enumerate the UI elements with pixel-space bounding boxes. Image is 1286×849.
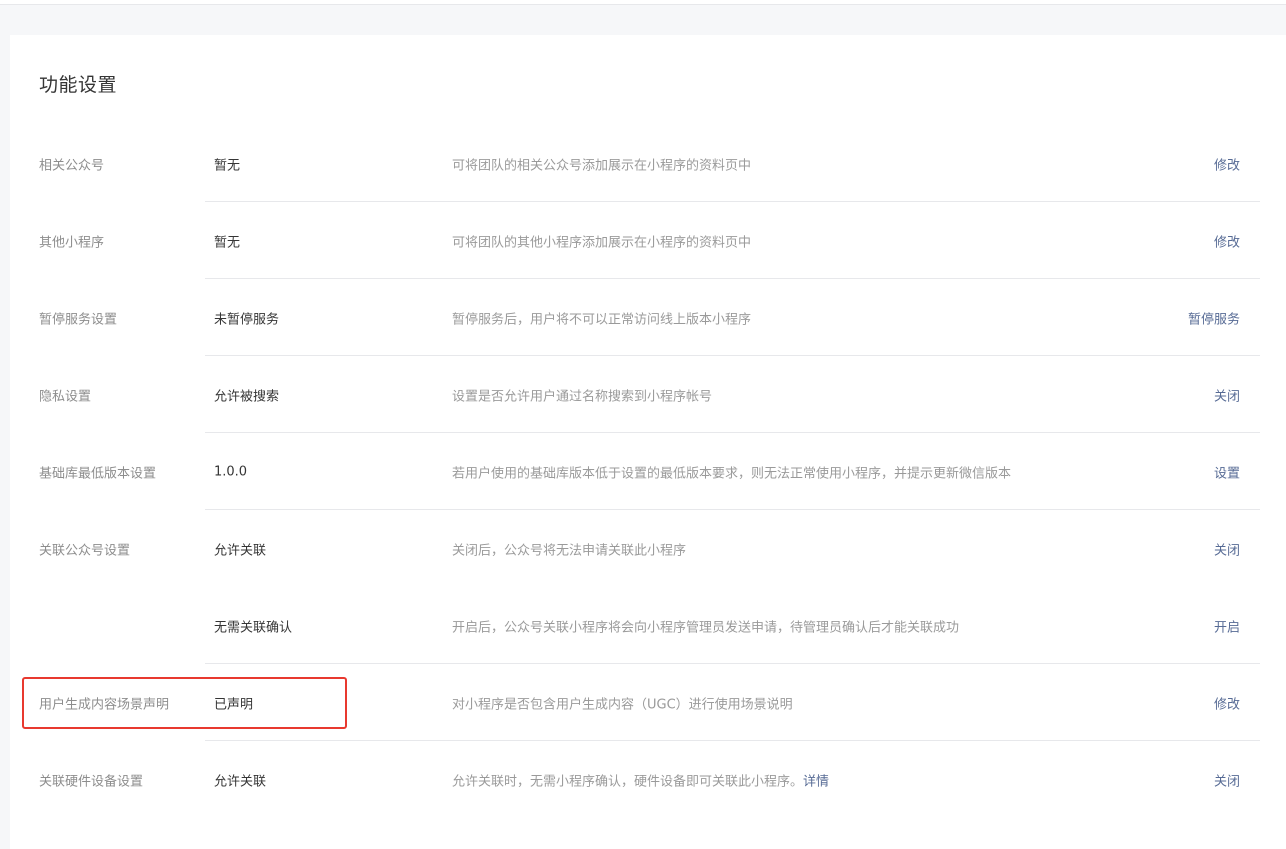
suspend-service-link[interactable]: 暂停服务 xyxy=(1188,308,1240,327)
row-value: 未暂停服务 xyxy=(214,312,280,327)
row-description-text: 若用户使用的基础库版本低于设置的最低版本要求，则无法正常使用小程序，并提示更新微… xyxy=(452,466,1012,481)
row-label: 暂停服务设置 xyxy=(39,312,118,327)
row-value: 允许关联 xyxy=(214,543,267,558)
row-value: 暂无 xyxy=(214,235,241,250)
top-card-edge xyxy=(0,0,1286,5)
enable-link-confirmation-link[interactable]: 开启 xyxy=(1214,616,1240,635)
row-label: 相关公众号 xyxy=(39,158,105,173)
row-privacy-settings: 隐私设置 允许被搜索 设置是否允许用户通过名称搜索到小程序帐号 关闭 xyxy=(10,356,1286,433)
row-base-library-version: 基础库最低版本设置 1.0.0 若用户使用的基础库版本低于设置的最低版本要求，则… xyxy=(10,433,1286,510)
row-value: 允许关联 xyxy=(214,774,267,789)
row-description: 开启后，公众号关联小程序将会向小程序管理员发送申请，待管理员确认后才能关联成功 xyxy=(452,616,959,635)
row-value: 允许被搜索 xyxy=(214,389,280,404)
row-label: 隐私设置 xyxy=(39,389,92,404)
row-description-text: 对小程序是否包含用户生成内容（UGC）进行使用场景说明 xyxy=(452,697,793,712)
row-label: 基础库最低版本设置 xyxy=(39,466,157,481)
row-description-text: 关闭后，公众号将无法申请关联此小程序 xyxy=(452,543,687,558)
row-link-official-account: 关联公众号设置 允许关联 关闭后，公众号将无法申请关联此小程序 关闭 xyxy=(10,510,1286,587)
row-description: 可将团队的相关公众号添加展示在小程序的资料页中 xyxy=(452,154,751,173)
row-label: 关联硬件设备设置 xyxy=(39,774,144,789)
row-description-text: 可将团队的其他小程序添加展示在小程序的资料页中 xyxy=(452,235,752,250)
modify-related-account-link[interactable]: 修改 xyxy=(1214,154,1240,173)
close-link-permission-link[interactable]: 关闭 xyxy=(1214,539,1240,558)
row-other-mini-programs: 其他小程序 暂无 可将团队的其他小程序添加展示在小程序的资料页中 修改 xyxy=(10,202,1286,279)
row-description: 暂停服务后，用户将不可以正常访问线上版本小程序 xyxy=(452,308,751,327)
toggle-search-visibility-link[interactable]: 关闭 xyxy=(1214,385,1240,404)
row-description: 关闭后，公众号将无法申请关联此小程序 xyxy=(452,539,686,558)
row-link-hardware: 关联硬件设备设置 允许关联 允许关联时，无需小程序确认，硬件设备即可关联此小程序… xyxy=(10,741,1286,818)
row-related-official-account: 相关公众号 暂无 可将团队的相关公众号添加展示在小程序的资料页中 修改 xyxy=(10,125,1286,202)
row-value: 1.0.0 xyxy=(214,464,248,479)
row-description-text: 可将团队的相关公众号添加展示在小程序的资料页中 xyxy=(452,158,752,173)
section-title: 功能设置 xyxy=(39,74,118,96)
row-description: 允许关联时，无需小程序确认，硬件设备即可关联此小程序。详情 xyxy=(452,770,829,789)
row-description-text: 设置是否允许用户通过名称搜索到小程序帐号 xyxy=(452,389,713,404)
row-description-text: 允许关联时，无需小程序确认，硬件设备即可关联此小程序。 xyxy=(452,774,804,789)
row-suspend-service: 暂停服务设置 未暂停服务 暂停服务后，用户将不可以正常访问线上版本小程序 暂停服… xyxy=(10,279,1286,356)
highlight-annotation-box xyxy=(22,677,347,729)
row-description-text: 暂停服务后，用户将不可以正常访问线上版本小程序 xyxy=(452,312,752,327)
details-link[interactable]: 详情 xyxy=(803,774,829,789)
modify-other-mini-programs-link[interactable]: 修改 xyxy=(1214,231,1240,250)
row-description: 若用户使用的基础库版本低于设置的最低版本要求，则无法正常使用小程序，并提示更新微… xyxy=(452,462,1011,481)
row-value: 暂无 xyxy=(214,158,241,173)
set-min-version-link[interactable]: 设置 xyxy=(1214,462,1240,481)
row-value: 无需关联确认 xyxy=(214,620,293,635)
row-label: 关联公众号设置 xyxy=(39,543,131,558)
row-description: 设置是否允许用户通过名称搜索到小程序帐号 xyxy=(452,385,712,404)
modify-ugc-declaration-link[interactable]: 修改 xyxy=(1214,693,1240,712)
row-label: 其他小程序 xyxy=(39,235,105,250)
close-hardware-link-link[interactable]: 关闭 xyxy=(1214,770,1240,789)
row-description: 可将团队的其他小程序添加展示在小程序的资料页中 xyxy=(452,231,751,250)
row-link-confirmation: 无需关联确认 开启后，公众号关联小程序将会向小程序管理员发送申请，待管理员确认后… xyxy=(10,587,1286,664)
row-description-text: 开启后，公众号关联小程序将会向小程序管理员发送申请，待管理员确认后才能关联成功 xyxy=(452,620,960,635)
row-description: 对小程序是否包含用户生成内容（UGC）进行使用场景说明 xyxy=(452,693,793,712)
